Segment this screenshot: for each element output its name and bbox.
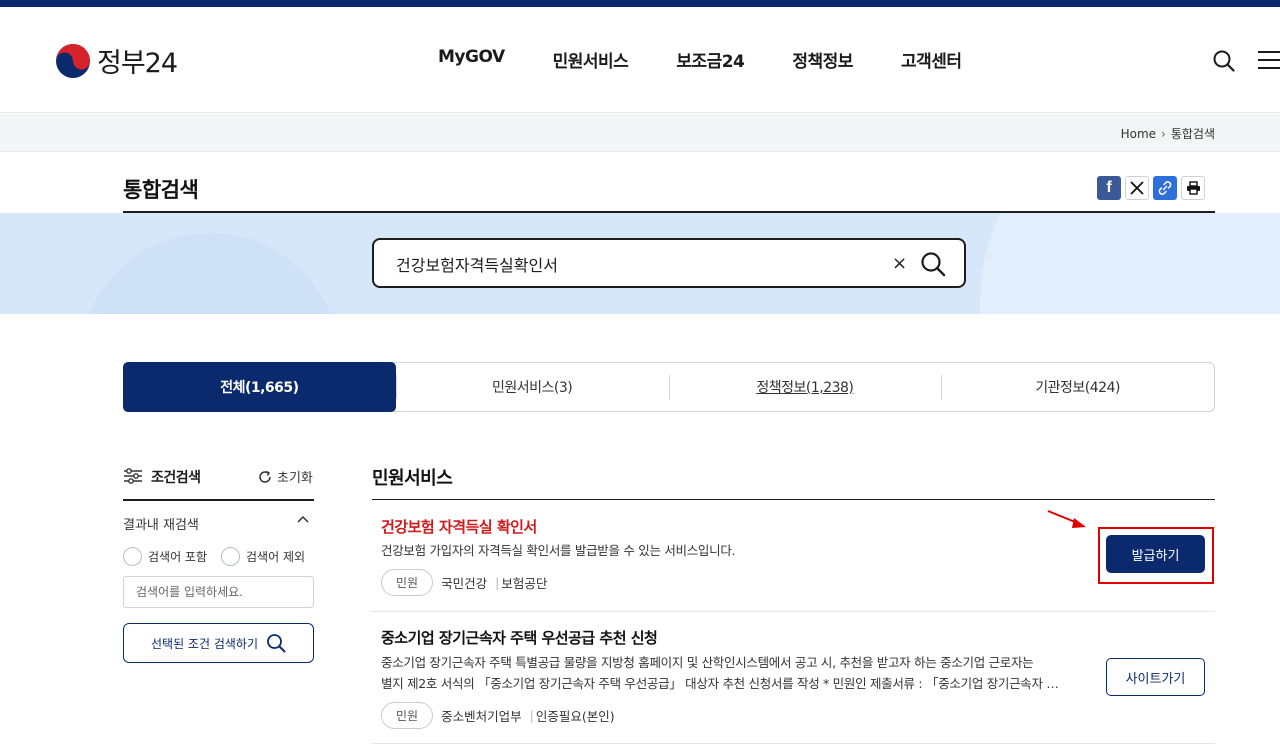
reset-button[interactable]: 초기화 — [257, 467, 313, 486]
nav-subsidy24[interactable]: 보조금24 — [676, 47, 745, 72]
exclude-keyword-radio[interactable]: 검색어 제외 — [221, 547, 305, 566]
decorative-circle — [80, 233, 340, 314]
search-input[interactable] — [396, 254, 876, 273]
filter-title: 조건검색 — [151, 470, 201, 486]
result-meta: 민원 중소벤처기업부 | 인증필요(본인) — [381, 702, 615, 729]
meta-separator: | — [529, 708, 534, 723]
meta-agency: 국민건강 — [441, 576, 488, 591]
breadcrumb-home[interactable]: Home — [1121, 127, 1156, 141]
facebook-glyph: f — [1106, 179, 1112, 196]
breadcrumb-bar: Home › 통합검색 — [0, 114, 1280, 152]
meta-separator: | — [495, 575, 500, 590]
result-description-line1: 중소기업 장기근속자 주택 특별공급 물량을 지방청 홈페이지 및 산학인시스템… — [381, 655, 1034, 670]
nav-customer-center[interactable]: 고객센터 — [901, 47, 962, 72]
refresh-icon — [259, 470, 271, 483]
go-to-site-button[interactable]: 사이트가기 — [1106, 658, 1205, 696]
filter-header: 조건검색 초기화 — [123, 466, 314, 501]
result-title[interactable]: 건강보험 자격득실 확인서 — [381, 516, 537, 537]
category-tag: 민원 — [381, 569, 434, 596]
menu-icon[interactable] — [1258, 49, 1280, 71]
radio-circle — [123, 547, 142, 566]
meta-detail: 인증필요(본인) — [535, 709, 615, 724]
tab-label: 정책정보(1,238) — [756, 380, 854, 396]
breadcrumb: Home › 통합검색 — [1121, 125, 1215, 142]
taegeuk-logo-icon — [56, 43, 90, 78]
condition-search-button[interactable]: 선택된 조건 검색하기 — [123, 623, 314, 663]
share-toolbar: f — [1097, 176, 1205, 200]
search-box: × — [372, 238, 966, 288]
tab-policy-info[interactable]: 정책정보(1,238) — [668, 363, 942, 411]
search-icon — [267, 634, 286, 653]
link-icon[interactable] — [1153, 176, 1177, 200]
refine-keyword-input[interactable] — [123, 576, 314, 608]
radio-label: 검색어 포함 — [148, 550, 208, 564]
radio-label: 검색어 제외 — [246, 550, 306, 564]
include-keyword-radio[interactable]: 검색어 포함 — [123, 547, 207, 566]
highlight-box — [1098, 527, 1214, 584]
tab-all[interactable]: 전체(1,665) — [123, 362, 396, 412]
results-section-title: 민원서비스 — [372, 468, 453, 489]
tab-label: 민원서비스(3) — [492, 380, 573, 396]
result-tabs: 전체(1,665) 민원서비스(3) 정책정보(1,238) 기관정보(424) — [123, 362, 1215, 412]
refine-search-label: 결과내 재검색 — [123, 518, 199, 533]
page-title: 통합검색 — [123, 178, 199, 202]
logo-text: 정부24 — [97, 48, 178, 79]
result-item: 중소기업 장기근속자 주택 우선공급 추천 신청 중소기업 장기근속자 주택 특… — [372, 612, 1215, 744]
nav-mygov[interactable]: MyGOV — [438, 47, 505, 72]
result-meta: 민원 국민건강 | 보험공단 — [381, 569, 547, 596]
decorative-circle — [980, 213, 1280, 314]
search-submit-icon[interactable] — [920, 251, 946, 277]
top-accent-bar — [0, 0, 1280, 7]
category-tag: 민원 — [381, 702, 434, 729]
condition-search-label: 선택된 조건 검색하기 — [151, 636, 258, 651]
search-icon[interactable] — [1212, 49, 1236, 73]
sliders-icon — [124, 468, 142, 484]
result-title[interactable]: 중소기업 장기근속자 주택 우선공급 추천 신청 — [381, 627, 658, 648]
site-header: 정부24 MyGOV 민원서비스 보조금24 정책정보 고객센터 — [0, 7, 1280, 113]
nav-policy-info[interactable]: 정책정보 — [792, 47, 853, 72]
chevron-up-icon[interactable] — [297, 515, 309, 525]
meta-detail: 보험공단 — [501, 576, 548, 591]
chevron-right-icon: › — [1161, 126, 1166, 141]
reset-label: 초기화 — [277, 471, 313, 486]
facebook-icon[interactable]: f — [1097, 176, 1121, 200]
tab-label: 기관정보(424) — [1035, 380, 1120, 396]
tab-label: 전체(1,665) — [220, 380, 299, 396]
x-icon[interactable] — [1125, 176, 1149, 200]
tab-agency-info[interactable]: 기관정보(424) — [941, 363, 1214, 411]
refine-options: 검색어 포함 검색어 제외 — [123, 547, 305, 566]
radio-circle — [221, 547, 241, 566]
result-description-line2: 별지 제2호 서식의 「중소기업 장기근속자 주택 우선공급」 대상자 추천 신… — [381, 676, 1059, 691]
nav-civil-service[interactable]: 민원서비스 — [553, 47, 629, 72]
main-nav: MyGOV 민원서비스 보조금24 정책정보 고객센터 — [438, 47, 1010, 72]
site-logo[interactable]: 정부24 — [55, 41, 178, 80]
result-description: 건강보험 가입자의 자격득실 확인서를 발급받을 수 있는 서비스입니다. — [381, 543, 736, 558]
clear-search-button[interactable]: × — [892, 253, 907, 274]
breadcrumb-current: 통합검색 — [1170, 127, 1215, 141]
red-arrow-icon — [1047, 510, 1086, 528]
tab-civil-service[interactable]: 민원서비스(3) — [395, 363, 669, 411]
meta-agency: 중소벤처기업부 — [441, 709, 522, 724]
print-icon[interactable] — [1181, 176, 1205, 200]
